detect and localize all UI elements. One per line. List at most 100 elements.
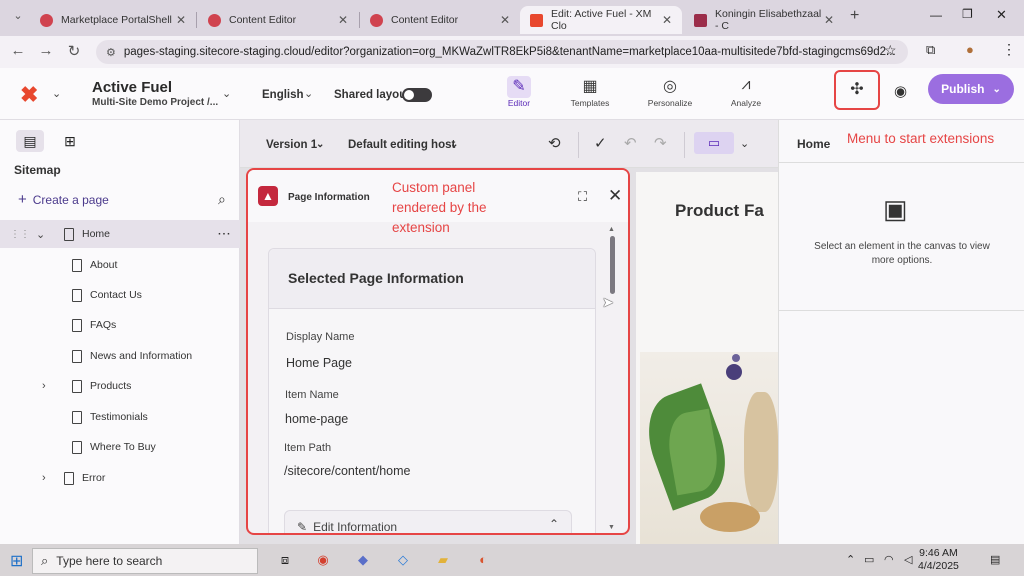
validate-check-icon[interactable]: ✓: [594, 134, 607, 152]
undo-icon[interactable]: ↶: [624, 134, 637, 152]
tree-item-news[interactable]: News and Information: [0, 342, 240, 370]
scroll-up-icon[interactable]: ▲: [608, 226, 615, 233]
tab-close-icon[interactable]: ✕: [662, 13, 672, 27]
sitecore-logo-icon[interactable]: ✖: [20, 82, 38, 108]
drag-handle-icon[interactable]: ⋮⋮: [10, 229, 30, 240]
tree-item-where-to-buy[interactable]: Where To Buy: [0, 433, 240, 461]
preview-eye-icon[interactable]: ◉: [894, 82, 907, 100]
search-icon[interactable]: ⌕: [218, 191, 226, 208]
browser-tab[interactable]: Marketplace PortalShell ✕: [30, 6, 196, 34]
version-selector[interactable]: Version 1: [266, 139, 317, 151]
vscode-icon[interactable]: ◇: [390, 548, 416, 572]
forward-icon[interactable]: →: [34, 42, 58, 59]
nav-editor[interactable]: ✎ Editor: [489, 76, 549, 108]
tree-item-products[interactable]: › Products: [0, 372, 240, 400]
panel-scrollbar-thumb[interactable]: [610, 236, 615, 294]
reload-icon[interactable]: ↻: [62, 42, 86, 60]
tree-item-error[interactable]: › Error: [0, 464, 240, 492]
powerpoint-icon[interactable]: ◐: [470, 548, 496, 572]
minimize-icon[interactable]: —: [930, 8, 942, 22]
collapse-chevron-icon[interactable]: ⌄: [36, 228, 45, 241]
app-icon[interactable]: ◆: [350, 548, 376, 572]
chrome-icon[interactable]: ◉: [310, 548, 336, 572]
tab-list-chevron-icon[interactable]: ⌄: [6, 9, 30, 22]
battery-icon[interactable]: ▭: [864, 553, 874, 566]
mouse-cursor-icon: ➤: [602, 294, 614, 310]
device-chevron-icon[interactable]: ⌄: [740, 137, 749, 150]
canvas-product-heading[interactable]: Product Fa: [675, 201, 764, 221]
editing-host-selector[interactable]: Default editing host: [348, 139, 455, 151]
task-view-icon[interactable]: ⧈: [272, 548, 298, 572]
site-name[interactable]: Active Fuel: [92, 79, 172, 96]
volume-icon[interactable]: ◁: [904, 553, 912, 566]
browser-menu-icon[interactable]: ⋮: [1002, 41, 1016, 58]
tray-chevron-icon[interactable]: ⌃: [846, 553, 855, 566]
item-name-label: Item Name: [285, 389, 339, 401]
browser-tab[interactable]: Koningin Elisabethzaal - C ✕: [684, 6, 844, 34]
redo-icon[interactable]: ↷: [654, 134, 667, 152]
properties-tab-home[interactable]: Home: [797, 137, 830, 151]
page-icon: [72, 258, 82, 272]
tree-item-contact-us[interactable]: Contact Us: [0, 281, 240, 309]
expand-chevron-icon[interactable]: ›: [42, 380, 46, 392]
nav-personalize[interactable]: ◎ Personalize: [640, 76, 700, 108]
language-selector[interactable]: English: [262, 89, 304, 101]
device-preview-button[interactable]: ▭: [694, 132, 734, 154]
berry-shape: [732, 354, 740, 362]
tree-item-home[interactable]: ⋮⋮ ⌄ Home ···: [0, 220, 240, 248]
expand-chevron-icon[interactable]: ›: [42, 472, 46, 484]
site-info-icon[interactable]: ⚙: [106, 46, 116, 59]
profile-avatar-icon[interactable]: ●: [966, 42, 974, 57]
address-bar[interactable]: ⚙ pages-staging.sitecore-staging.cloud/e…: [96, 40, 908, 64]
close-icon[interactable]: ✕: [608, 186, 622, 206]
tree-item-testimonials[interactable]: Testimonials: [0, 403, 240, 431]
tree-item-faqs[interactable]: FAQs: [0, 311, 240, 339]
restore-icon[interactable]: ❐: [962, 7, 973, 21]
host-chevron-icon[interactable]: ⌄: [450, 139, 458, 150]
browser-tab[interactable]: Content Editor ✕: [360, 6, 520, 34]
tree-item-about[interactable]: About: [0, 251, 240, 279]
scroll-down-icon[interactable]: ▼: [608, 524, 615, 531]
canvas-hero-image[interactable]: [640, 352, 778, 544]
notifications-icon[interactable]: ▤: [990, 553, 1000, 566]
create-page-button[interactable]: + Create a page: [18, 191, 109, 208]
more-options-icon[interactable]: ···: [218, 228, 232, 240]
toolbar-divider: [684, 132, 685, 158]
tab-close-icon[interactable]: ✕: [500, 13, 510, 27]
extensions-icon[interactable]: ⧉: [926, 42, 935, 58]
file-explorer-icon[interactable]: ▰: [430, 548, 456, 572]
components-tab-icon[interactable]: ⊞: [56, 130, 84, 152]
nav-analyze[interactable]: ⩘ Analyze: [716, 76, 776, 108]
edit-information-section[interactable]: ✎ Edit Information ⌃: [284, 510, 572, 533]
network-icon[interactable]: ◠: [884, 553, 894, 566]
publish-button[interactable]: Publish ⌄: [928, 74, 1014, 104]
new-tab-button[interactable]: +: [850, 7, 859, 25]
expand-icon[interactable]: ⛶: [578, 189, 587, 205]
version-chevron-icon[interactable]: ⌄: [316, 139, 324, 150]
collapse-chevron-icon[interactable]: ⌃: [549, 517, 559, 531]
tree-item-label: About: [90, 259, 118, 271]
back-icon[interactable]: ←: [6, 42, 30, 59]
taskbar-clock[interactable]: 9:46 AM 4/4/2025: [918, 547, 959, 573]
tab-label: Content Editor: [391, 14, 459, 26]
extensions-menu-button[interactable]: ✣: [834, 70, 880, 110]
browser-tab[interactable]: Content Editor ✕: [198, 6, 358, 34]
shared-layout-toggle[interactable]: [402, 88, 432, 102]
language-chevron-icon[interactable]: ⌄: [304, 87, 313, 100]
refresh-icon[interactable]: ⟲: [548, 134, 561, 152]
site-collection[interactable]: Multi-Site Demo Project /...: [92, 97, 218, 108]
tab-close-icon[interactable]: ✕: [176, 13, 186, 27]
app-switcher-chevron-icon[interactable]: ⌄: [52, 87, 61, 100]
browser-tab-active[interactable]: Edit: Active Fuel - XM Clo ✕: [520, 6, 682, 34]
windows-start-icon[interactable]: ⊞: [10, 551, 23, 571]
bookmark-star-icon[interactable]: ☆: [884, 42, 897, 59]
tab-close-icon[interactable]: ✕: [338, 13, 348, 27]
tab-favicon-icon: [40, 13, 53, 27]
pages-tab-icon[interactable]: ▤: [16, 130, 44, 152]
window-close-icon[interactable]: ✕: [996, 7, 1007, 23]
tab-close-icon[interactable]: ✕: [824, 13, 834, 27]
nav-templates[interactable]: ▦ Templates: [560, 76, 620, 108]
taskbar-search[interactable]: ⌕ Type here to search: [32, 548, 258, 574]
site-switcher-chevron-icon[interactable]: ⌄: [222, 87, 231, 100]
sitemap-heading: Sitemap: [14, 163, 61, 177]
